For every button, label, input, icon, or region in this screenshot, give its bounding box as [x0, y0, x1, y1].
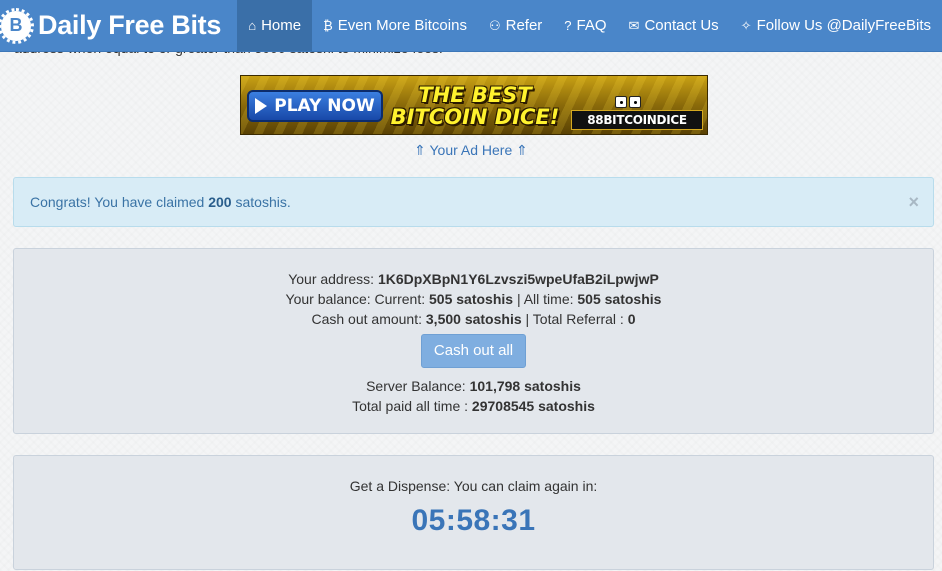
- brand-title: Daily Free Bits: [38, 10, 222, 40]
- question-circle-icon: ?: [564, 18, 572, 33]
- referral-total: 0: [627, 311, 636, 327]
- ad-headline: THE BEST BITCOIN DICE!: [387, 84, 563, 128]
- cash-out-all-button[interactable]: Cash out all: [420, 334, 527, 368]
- cashout-line: Cash out amount: 3,500 satoshis | Total …: [14, 309, 933, 329]
- brand-link[interactable]: B Daily Free Bits: [0, 0, 237, 51]
- nav-faq[interactable]: ? FAQ: [553, 0, 617, 51]
- server-balance-line: Server Balance: 101,798 satoshis: [14, 376, 933, 396]
- nav-faq-label: FAQ: [576, 17, 607, 34]
- alert-suffix: satoshis.: [235, 194, 291, 210]
- your-ad-here-link[interactable]: ⇑ Your Ad Here ⇑: [0, 142, 942, 159]
- close-icon[interactable]: ×: [908, 192, 919, 213]
- ad-brand-text: 88BITCOINDICE: [571, 110, 703, 130]
- balance-line: Your balance: Current: 505 satoshis | Al…: [14, 289, 933, 309]
- referral-label: | Total Referral :: [525, 311, 624, 327]
- top-navbar: B Daily Free Bits ⌂ Home ₿ Even More Bit…: [0, 0, 942, 52]
- nav-home-label: Home: [261, 17, 302, 34]
- server-balance-value: 101,798 satoshis: [469, 378, 581, 394]
- balance-label: Your balance: Current:: [285, 291, 426, 307]
- nav-refer[interactable]: ⚇ Refer: [478, 0, 553, 51]
- nav-follow-twitter-label: Follow Us @DailyFreeBits: [756, 17, 931, 34]
- bitcoin-icon: ₿: [323, 18, 333, 33]
- alert-message: Congrats! You have claimed 200 satoshis.: [30, 194, 291, 210]
- total-paid-line: Total paid all time : 29708545 satoshis: [14, 396, 933, 416]
- nav-contact-us[interactable]: ✉ Contact Us: [618, 0, 730, 51]
- nav-follow-twitter[interactable]: ✧ Follow Us @DailyFreeBits: [730, 0, 942, 51]
- alert-prefix: Congrats! You have claimed: [30, 194, 205, 210]
- address-line: Your address: 1K6DpXBpN1Y6Lzvszi5wpeUfaB…: [14, 269, 933, 289]
- balance-alltime: 505 satoshis: [577, 291, 662, 307]
- ad-brand-logo: 88BITCOINDICE: [571, 96, 703, 130]
- address-value: 1K6DpXBpN1Y6Lzvszi5wpeUfaB2iLpwjwP: [377, 271, 659, 287]
- claim-success-alert: Congrats! You have claimed 200 satoshis.…: [13, 177, 934, 227]
- dispense-label: Get a Dispense: You can claim again in:: [349, 478, 598, 494]
- cashout-amount: 3,500 satoshis: [425, 311, 522, 327]
- dispense-panel: Get a Dispense: You can claim again in: …: [13, 455, 934, 570]
- nav-even-more-bitcoins-label: Even More Bitcoins: [337, 17, 467, 34]
- cashout-label: Cash out amount:: [311, 311, 422, 327]
- ad-headline-line1: THE BEST: [418, 83, 532, 107]
- balance-current: 505 satoshis: [429, 291, 514, 307]
- twitter-icon: ✧: [740, 17, 752, 33]
- play-icon: [255, 98, 268, 114]
- total-paid-label: Total paid all time :: [352, 398, 469, 414]
- dice-icon: [615, 96, 641, 108]
- bitcoin-logo-icon: B: [0, 7, 34, 44]
- ad-play-now-button: PLAY NOW: [247, 90, 383, 122]
- alert-amount: 200: [208, 194, 232, 210]
- nav-even-more-bitcoins[interactable]: ₿ Even More Bitcoins: [312, 0, 478, 51]
- claim-countdown-timer: 05:58:31: [411, 504, 536, 537]
- users-icon: ⚇: [488, 17, 501, 33]
- ad-play-label: PLAY NOW: [274, 96, 375, 116]
- account-panel: Your address: 1K6DpXBpN1Y6Lzvszi5wpeUfaB…: [13, 248, 934, 434]
- banner-ad[interactable]: PLAY NOW THE BEST BITCOIN DICE! 88BITCOI…: [240, 75, 708, 135]
- total-paid-value: 29708545 satoshis: [471, 398, 595, 414]
- home-icon: ⌂: [248, 18, 257, 33]
- nav-contact-us-label: Contact Us: [644, 17, 719, 34]
- nav-home[interactable]: ⌂ Home: [237, 0, 313, 51]
- address-label: Your address:: [288, 271, 375, 287]
- server-balance-label: Server Balance:: [366, 378, 466, 394]
- envelope-icon: ✉: [628, 17, 640, 33]
- ad-headline-line2: BITCOIN DICE!: [390, 105, 560, 129]
- alltime-label: | All time:: [516, 291, 574, 307]
- nav-refer-label: Refer: [505, 17, 543, 34]
